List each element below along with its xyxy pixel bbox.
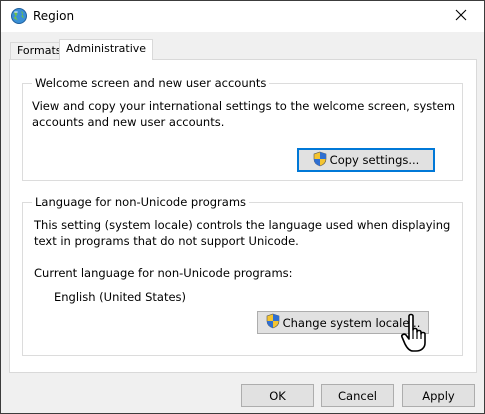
current-language-value: English (United States) <box>54 290 187 304</box>
apply-button[interactable]: Apply <box>402 384 475 407</box>
hand-pointer-icon <box>400 313 434 353</box>
welcome-description-line2: accounts and new user accounts. <box>32 115 225 129</box>
copy-settings-button[interactable]: Copy settings... <box>297 148 435 172</box>
language-description: This setting (system locale) controls th… <box>34 217 450 249</box>
welcome-description: View and copy your international setting… <box>32 98 455 130</box>
current-language-label: Current language for non-Unicode program… <box>34 266 293 280</box>
cancel-button[interactable]: Cancel <box>321 384 394 407</box>
tab-administrative[interactable]: Administrative <box>59 39 154 60</box>
ok-button[interactable]: OK <box>241 384 314 407</box>
language-description-line2: text in programs that do not support Uni… <box>34 234 299 248</box>
window-title: Region <box>33 9 75 23</box>
copy-settings-label: Copy settings... <box>329 153 420 167</box>
title-bar: Region <box>1 1 484 32</box>
uac-shield-icon <box>313 151 330 170</box>
uac-shield-icon <box>266 313 283 332</box>
language-group: Language for non-Unicode programs This s… <box>22 195 463 356</box>
close-button[interactable] <box>438 1 484 32</box>
language-group-title: Language for non-Unicode programs <box>32 195 250 209</box>
welcome-description-line1: View and copy your international setting… <box>32 99 456 113</box>
close-icon <box>455 9 467 24</box>
language-description-line1: This setting (system locale) controls th… <box>34 218 451 232</box>
welcome-group-title: Welcome screen and new user accounts <box>32 76 270 90</box>
welcome-group: Welcome screen and new user accounts Vie… <box>22 76 463 181</box>
globe-icon <box>10 7 28 25</box>
